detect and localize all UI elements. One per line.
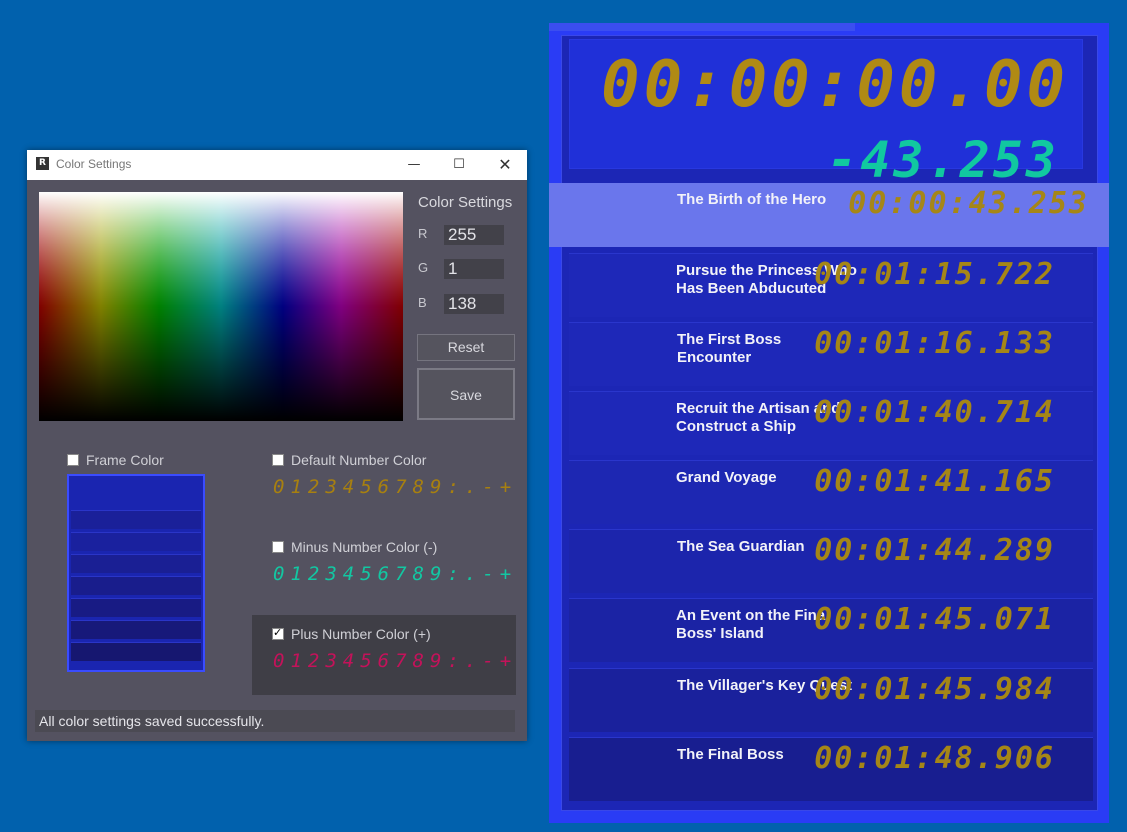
close-button[interactable]: ✕ xyxy=(482,150,528,180)
preview-row xyxy=(71,576,201,595)
split-name: The First Boss Encounter xyxy=(677,331,782,366)
title-bar[interactable]: R Color Settings — ☐ ✕ xyxy=(27,150,527,180)
split-row[interactable]: The First Boss Encounter 00:01:16.133 xyxy=(569,322,1093,386)
split-row[interactable]: The Final Boss 00:01:48.906 xyxy=(569,737,1093,801)
g-label: G xyxy=(418,260,429,275)
default-number-color-checkbox[interactable] xyxy=(272,454,284,466)
minimize-button[interactable]: — xyxy=(391,150,437,180)
default-number-sample: 0123456789:.-+ xyxy=(273,476,518,498)
minus-number-color-label: Minus Number Color (-) xyxy=(291,539,438,555)
status-bar: All color settings saved successfully. xyxy=(35,710,515,732)
default-number-color-label: Default Number Color xyxy=(291,452,427,468)
minus-number-sample: 0123456789:.-+ xyxy=(273,563,518,585)
g-input[interactable]: 1 xyxy=(444,259,504,279)
timer-window: 00:00:00.00 -43.253 The Birth of the Her… xyxy=(549,23,1109,823)
split-time: 00:01:45.984 xyxy=(814,672,1055,707)
split-name: The Birth of the Hero xyxy=(677,191,827,208)
split-time: 00:01:15.722 xyxy=(814,257,1055,292)
maximize-button[interactable]: ☐ xyxy=(436,150,482,180)
preview-row xyxy=(71,642,201,661)
split-time: 00:01:44.289 xyxy=(814,533,1055,568)
split-time: 00:00:43.253 xyxy=(848,186,1089,221)
preview-row xyxy=(71,620,201,639)
main-timer: 00:00:00.00 xyxy=(601,48,1069,122)
minus-number-color-checkbox[interactable] xyxy=(272,541,284,553)
split-time: 00:01:40.714 xyxy=(814,395,1055,430)
color-picker-spectrum[interactable] xyxy=(39,192,403,421)
delta-display: -43.253 xyxy=(827,131,1059,189)
color-settings-window: R Color Settings — ☐ ✕ Color Settings R … xyxy=(27,150,527,741)
split-time: 00:01:41.165 xyxy=(814,464,1055,499)
split-time: 00:01:16.133 xyxy=(814,326,1055,361)
split-row[interactable]: Grand Voyage 00:01:41.165 xyxy=(569,460,1093,524)
b-label: B xyxy=(418,295,427,310)
plus-number-color-label: Plus Number Color (+) xyxy=(291,626,431,642)
frame-color-checkbox[interactable] xyxy=(67,454,79,466)
split-row[interactable]: Recruit the Artisan and Construct a Ship… xyxy=(569,391,1093,455)
split-row[interactable]: An Event on the Fina Boss' Island 00:01:… xyxy=(569,598,1093,662)
split-time: 00:01:48.906 xyxy=(814,741,1055,776)
window-title: Color Settings xyxy=(56,157,132,171)
preview-row xyxy=(71,554,201,573)
frame-color-label: Frame Color xyxy=(86,452,164,468)
split-row[interactable]: The Villager's Key Quest 00:01:45.984 xyxy=(569,668,1093,732)
plus-number-color-checkbox[interactable] xyxy=(272,626,284,640)
split-time: 00:01:45.071 xyxy=(814,602,1055,637)
app-icon: R xyxy=(36,157,49,170)
split-row[interactable]: Pursue the Princess Who Has Been Abducut… xyxy=(569,253,1093,317)
preview-row xyxy=(71,532,201,551)
b-input[interactable]: 138 xyxy=(444,294,504,314)
preview-row xyxy=(71,510,201,529)
timer-top-strip xyxy=(549,23,855,31)
frame-color-preview xyxy=(67,474,205,672)
color-settings-heading: Color Settings xyxy=(418,194,513,211)
r-label: R xyxy=(418,226,428,241)
reset-button[interactable]: Reset xyxy=(417,334,515,361)
plus-number-sample: 0123456789:.-+ xyxy=(273,650,518,672)
split-row-active[interactable]: The Birth of the Hero 00:00:43.253 xyxy=(549,183,1109,247)
preview-row xyxy=(71,598,201,617)
split-row[interactable]: The Sea Guardian 00:01:44.289 xyxy=(569,529,1093,593)
save-button[interactable]: Save xyxy=(417,368,515,420)
r-input[interactable]: 255 xyxy=(444,225,504,245)
